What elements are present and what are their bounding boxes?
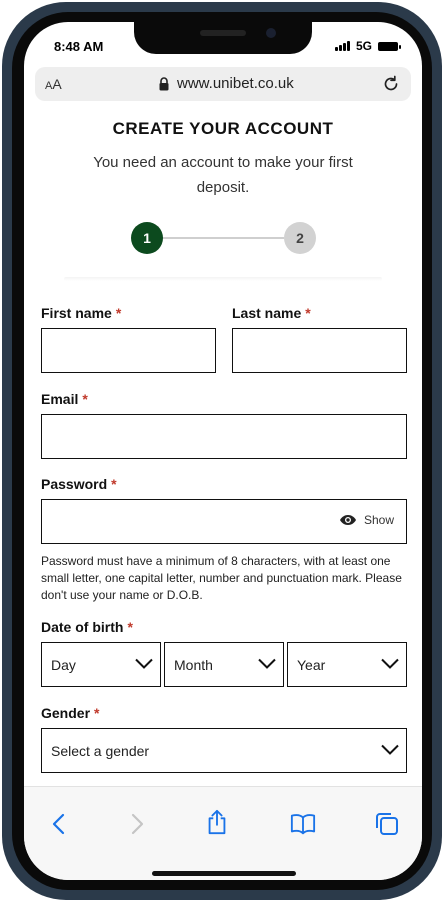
- email-label: Email *: [41, 391, 88, 407]
- dob-year-select[interactable]: Year: [287, 642, 407, 687]
- password-input[interactable]: Show: [41, 499, 407, 544]
- last-name-label: Last name *: [232, 305, 311, 321]
- browser-toolbar: [24, 786, 422, 880]
- section-divider: [64, 277, 382, 281]
- status-indicators: 5G: [334, 39, 401, 53]
- url-text[interactable]: www.unibet.co.uk: [177, 75, 294, 92]
- show-password-toggle[interactable]: Show: [339, 513, 394, 527]
- first-name-input[interactable]: [41, 328, 216, 373]
- lock-icon: [159, 77, 169, 91]
- dob-month-select[interactable]: Month: [164, 642, 284, 687]
- stepper-line: [162, 237, 284, 239]
- back-icon[interactable]: [46, 811, 72, 837]
- notch: [134, 22, 312, 54]
- gender-label: Gender *: [41, 705, 100, 721]
- phone-screen: 8:48 AM 5G AA www.unibet.co.uk CREATE YO…: [24, 22, 422, 880]
- speaker: [200, 30, 246, 36]
- forward-icon[interactable]: [124, 811, 150, 837]
- show-label: Show: [363, 513, 394, 527]
- chevron-down-icon: [381, 658, 399, 669]
- signal-icon: [334, 41, 350, 51]
- eye-icon: [339, 515, 356, 525]
- status-time: 8:48 AM: [54, 39, 104, 54]
- bookmarks-icon[interactable]: [290, 811, 316, 837]
- camera: [266, 28, 276, 38]
- tabs-icon[interactable]: [374, 811, 400, 837]
- chevron-down-icon: [135, 658, 153, 669]
- last-name-input[interactable]: [232, 328, 407, 373]
- address-bar[interactable]: AA www.unibet.co.uk: [35, 67, 411, 101]
- reload-icon[interactable]: [381, 74, 401, 94]
- dob-day-select[interactable]: Day: [41, 642, 161, 687]
- page-subtitle: You need an account to make your first d…: [93, 154, 353, 196]
- step-2: 2: [284, 222, 316, 254]
- gender-select[interactable]: Select a gender: [41, 728, 407, 773]
- home-indicator: [152, 871, 296, 876]
- chevron-down-icon: [381, 744, 399, 755]
- battery-icon: [378, 41, 401, 51]
- password-hint: Password must have a minimum of 8 charac…: [41, 554, 402, 602]
- text-size-button[interactable]: AA: [45, 76, 62, 92]
- share-icon[interactable]: [204, 809, 230, 835]
- dob-label: Date of birth *: [41, 619, 133, 635]
- chevron-down-icon: [258, 658, 276, 669]
- step-1: 1: [131, 222, 163, 254]
- first-name-label: First name *: [41, 305, 122, 321]
- page-title: CREATE YOUR ACCOUNT: [112, 119, 334, 138]
- password-label: Password *: [41, 476, 117, 492]
- email-input[interactable]: [41, 414, 407, 459]
- network-label: 5G: [355, 39, 372, 53]
